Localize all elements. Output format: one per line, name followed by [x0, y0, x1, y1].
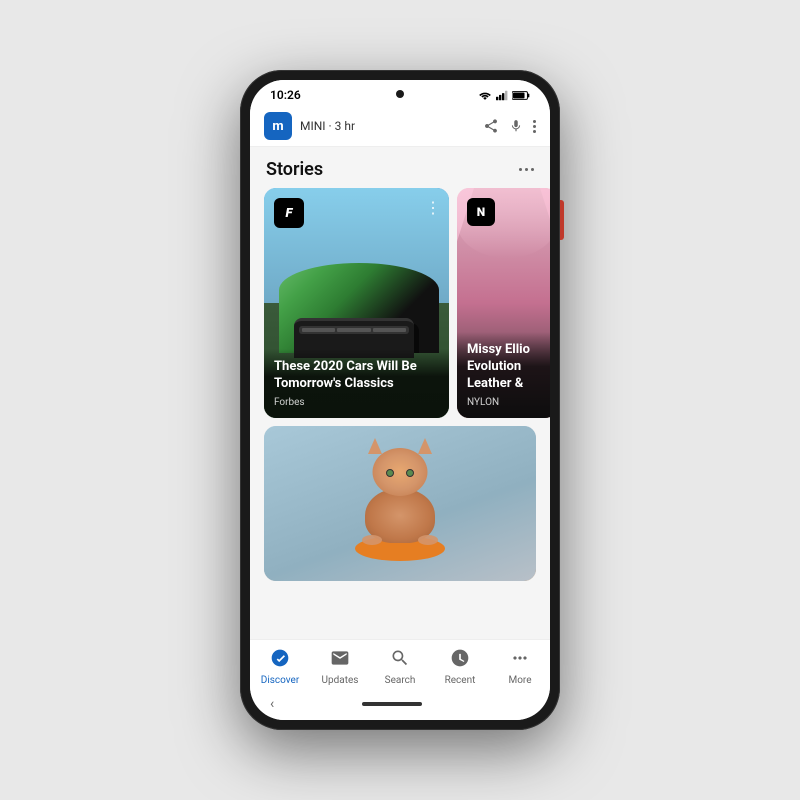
main-content: Stories — [250, 147, 550, 639]
notif-app-icon: m — [264, 112, 292, 140]
discover-icon — [270, 648, 290, 673]
notif-more-icon[interactable] — [533, 120, 536, 133]
updates-label: Updates — [322, 675, 359, 686]
nav-updates[interactable]: Updates — [310, 648, 370, 686]
forbes-text-overlay: These 2020 Cars Will Be Tomorrow's Class… — [264, 349, 449, 418]
mic-icon[interactable] — [509, 118, 523, 134]
stories-title: Stories — [266, 159, 323, 180]
nylon-text-overlay: Missy Ellio Evolution Leather & NYLON — [457, 332, 550, 418]
phone-screen: 10:26 — [250, 80, 550, 720]
forbes-more-btn[interactable]: ⋮ — [425, 198, 441, 217]
camera-notch — [396, 90, 404, 98]
battery-icon — [512, 90, 530, 101]
notif-actions — [483, 118, 536, 134]
cat-paw-left — [362, 535, 382, 545]
notification-bar[interactable]: m MINI · 3 hr — [250, 106, 550, 147]
story-card-nylon[interactable]: N Missy Ellio Evolution Leather & NYLON — [457, 188, 550, 418]
story-card-forbes[interactable]: F ⋮ These 2020 Cars Will Be Tomorrow's C… — [264, 188, 449, 418]
notif-app-letter: m — [272, 119, 283, 134]
discover-label: Discover — [261, 675, 300, 686]
forbes-headline: These 2020 Cars Will Be Tomorrow's Class… — [274, 359, 439, 393]
forbes-badge: F — [274, 198, 304, 228]
recent-label: Recent — [445, 675, 476, 686]
nav-more[interactable]: More — [490, 648, 550, 686]
forbes-letter: F — [286, 206, 293, 221]
status-icons — [478, 90, 530, 101]
back-arrow[interactable]: ‹ — [270, 696, 274, 712]
cat-eye-right — [406, 469, 414, 477]
nav-search[interactable]: Search — [370, 648, 430, 686]
gesture-bar[interactable] — [362, 702, 422, 706]
stories-more-icon[interactable] — [519, 168, 534, 171]
cat-paw-right — [418, 535, 438, 545]
nylon-letter: N — [477, 205, 485, 219]
updates-icon — [330, 648, 350, 673]
wifi-icon — [478, 90, 492, 101]
signal-icon — [496, 90, 508, 101]
notif-text: MINI · 3 hr — [300, 119, 475, 133]
more-icon — [510, 648, 530, 673]
recent-icon — [450, 648, 470, 673]
share-icon[interactable] — [483, 118, 499, 134]
forbes-source: Forbes — [274, 397, 439, 408]
more-label: More — [508, 675, 531, 686]
nav-discover[interactable]: Discover — [250, 648, 310, 686]
cat-story-card[interactable] — [264, 426, 536, 581]
nylon-headline: Missy Ellio Evolution Leather & — [467, 342, 547, 393]
bottom-nav: Discover Updates Search — [250, 639, 550, 692]
search-label: Search — [385, 675, 416, 686]
status-time: 10:26 — [270, 88, 301, 102]
search-icon — [390, 648, 410, 673]
phone-frame: 10:26 — [240, 70, 560, 730]
stories-header: Stories — [250, 147, 550, 188]
nav-recent[interactable]: Recent — [430, 648, 490, 686]
stories-grid: F ⋮ These 2020 Cars Will Be Tomorrow's C… — [250, 188, 550, 418]
nylon-source: NYLON — [467, 397, 547, 408]
gesture-bar-area: ‹ — [250, 692, 550, 720]
nylon-badge: N — [467, 198, 495, 226]
cat-eyes — [386, 469, 414, 477]
cat-eye-left — [386, 469, 394, 477]
